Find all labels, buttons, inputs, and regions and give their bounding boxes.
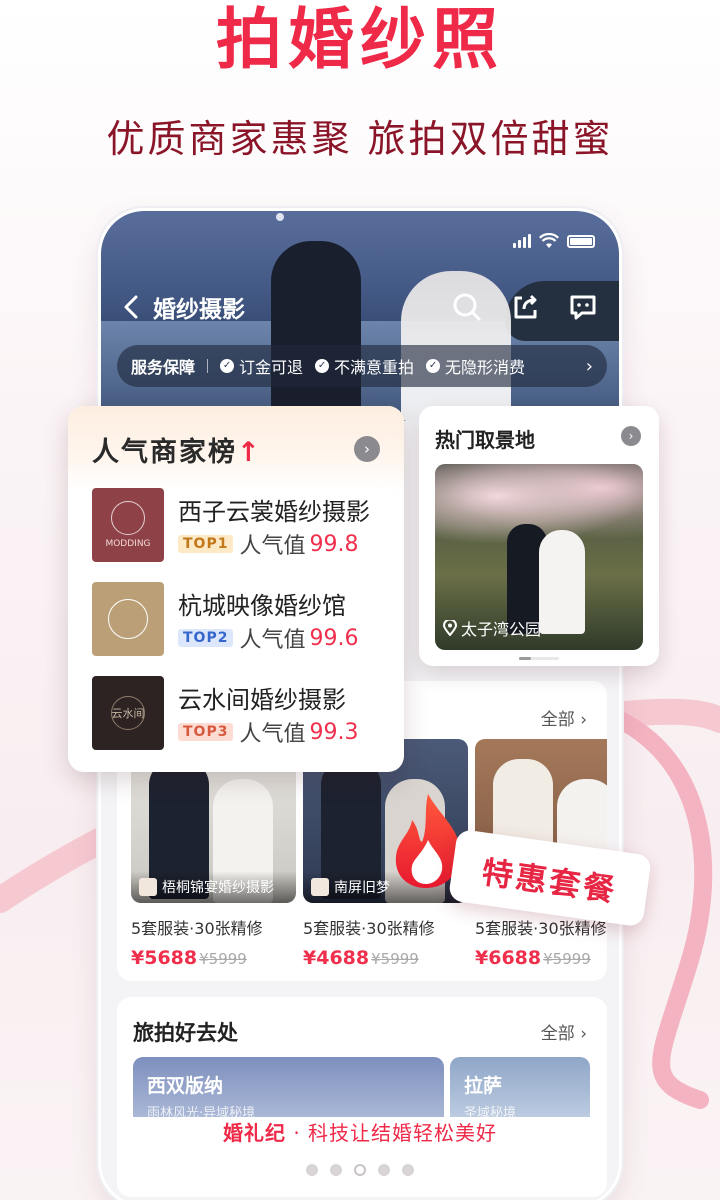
ranking-item[interactable]: MODDING 西子云裳婚纱摄影 TOP1 人气值 99.8: [92, 488, 392, 562]
merchant-logo: 云水间: [92, 676, 164, 750]
guarantee-item: ✓ 无隐形消费: [426, 354, 525, 378]
rank-badge: TOP2: [178, 629, 234, 647]
shop-logo-icon: [139, 878, 157, 896]
merchant-name: 西子云裳婚纱摄影: [178, 498, 370, 526]
ranking-item[interactable]: 杭城映像婚纱馆 TOP2 人气值 99.6: [92, 582, 392, 656]
rank-badge: TOP3: [178, 723, 234, 741]
signal-icon: [513, 234, 531, 248]
status-bar: [513, 233, 595, 249]
popularity-value: 99.3: [309, 719, 359, 745]
package-desc: 5套服装·30张精修: [131, 919, 263, 938]
slogan: 科技让结婚轻松美好: [308, 1121, 498, 1145]
merchant-name: 杭城映像婚纱馆: [178, 592, 346, 620]
location-title: 热门取景地: [435, 428, 535, 452]
location-name: 太子湾公园: [443, 616, 541, 640]
service-guarantee-bar[interactable]: 服务保障 ✓ 订金可退 ✓ 不满意重拍 ✓ 无隐形消费 ›: [117, 345, 607, 387]
shop-tag: 梧桐锦宴婚纱摄影: [131, 871, 296, 903]
hero-title: 拍婚纱照: [216, 1, 504, 78]
merchant-name: 云水间婚纱摄影: [178, 686, 346, 714]
battery-icon: [567, 234, 595, 248]
wifi-icon: [539, 233, 559, 248]
hot-location-card[interactable]: 热门取景地 › 太子湾公园: [419, 406, 659, 666]
share-icon[interactable]: [509, 291, 541, 323]
see-all-link[interactable]: 全部 ›: [541, 705, 587, 730]
chevron-right-icon[interactable]: ›: [354, 436, 380, 462]
merchant-logo: [92, 582, 164, 656]
service-title: 服务保障: [131, 358, 196, 377]
rank-badge: TOP1: [178, 535, 234, 553]
popularity-value: 99.6: [309, 625, 359, 651]
check-icon: ✓: [426, 359, 441, 373]
hero-subtitle: 优质商家惠聚 旅拍双倍甜蜜: [106, 117, 614, 161]
package-price: ¥4688 ¥5999: [303, 947, 419, 969]
package-price: ¥6688 ¥5999: [475, 947, 591, 969]
page-dot[interactable]: [330, 1164, 342, 1176]
travel-tile[interactable]: 拉萨 圣域秘境: [450, 1057, 590, 1121]
merchant-logo: MODDING: [92, 488, 164, 562]
page-title: 婚纱摄影: [153, 297, 245, 323]
page-indicator: [0, 1164, 720, 1176]
location-pin-icon: [443, 620, 457, 636]
nav-bar: 婚纱摄影: [121, 289, 599, 325]
search-icon[interactable]: [451, 291, 483, 323]
page-dot[interactable]: [306, 1164, 318, 1176]
package-card[interactable]: 梧桐锦宴婚纱摄影 5套服装·30张精修 ¥5688 ¥5999: [131, 739, 296, 969]
popular-merchant-ranking[interactable]: 人气商家榜↑ › MODDING 西子云裳婚纱摄影 TOP1 人气值 99.8 …: [68, 406, 404, 772]
back-icon[interactable]: [121, 292, 141, 322]
guarantee-item: ✓ 订金可退: [220, 354, 303, 378]
travel-tile[interactable]: 西双版纳 雨林风光·异域秘境: [133, 1057, 444, 1121]
ranking-title: 人气商家榜↑: [92, 437, 262, 468]
page-dot[interactable]: [378, 1164, 390, 1176]
guarantee-item: ✓ 不满意重拍: [315, 354, 414, 378]
camera-dot: [276, 213, 284, 221]
page-dot[interactable]: [402, 1164, 414, 1176]
location-photo[interactable]: 太子湾公园: [435, 464, 643, 650]
footer-tagline: 婚礼纪 · 科技让结婚轻松美好: [222, 1121, 498, 1145]
page-dot-active[interactable]: [354, 1164, 366, 1176]
message-icon[interactable]: [567, 291, 599, 323]
brand-name: 婚礼纪: [222, 1121, 286, 1145]
chevron-right-icon: ›: [585, 355, 593, 377]
travel-title: 旅拍好去处: [133, 1021, 238, 1045]
chevron-right-icon[interactable]: ›: [621, 426, 641, 446]
popularity-value: 99.8: [309, 531, 359, 557]
package-price: ¥5688 ¥5999: [131, 947, 247, 969]
see-all-link[interactable]: 全部 ›: [541, 1019, 587, 1044]
package-desc: 5套服装·30张精修: [303, 919, 435, 938]
ranking-item[interactable]: 云水间 云水间婚纱摄影 TOP3 人气值 99.3: [92, 676, 392, 750]
check-icon: ✓: [220, 359, 235, 373]
carousel-indicator: [519, 657, 559, 660]
shop-logo-icon: [311, 878, 329, 896]
check-icon: ✓: [315, 359, 330, 373]
